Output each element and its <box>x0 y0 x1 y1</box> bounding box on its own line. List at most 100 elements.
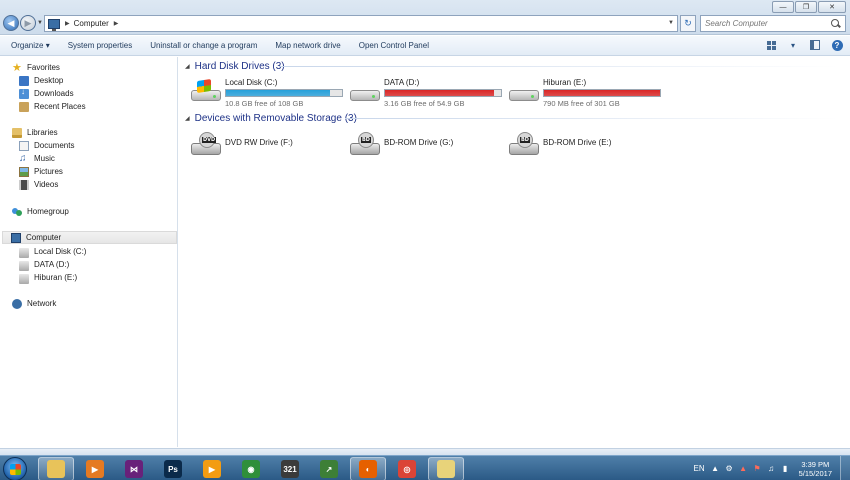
nav-recent-places-label: Recent Places <box>34 102 86 111</box>
search-box[interactable] <box>700 15 846 32</box>
collapse-triangle-icon[interactable]: ◢ <box>185 63 190 70</box>
libraries-icon <box>12 127 22 138</box>
nav-favorites-label: Favorites <box>27 63 60 72</box>
volume-icon[interactable]: ♫ <box>767 464 776 473</box>
windows-drive-icon <box>191 79 221 106</box>
show-hidden-icons-icon[interactable]: ▲ <box>711 464 720 473</box>
hard-drive-icon <box>19 248 29 258</box>
removable-storage-header: Devices with Removable Storage (3) <box>194 112 357 124</box>
open-control-panel-button[interactable]: Open Control Panel <box>350 41 438 50</box>
drive-usage-bar <box>384 89 502 97</box>
nav-favorites[interactable]: ★ Favorites <box>12 61 60 74</box>
recent-places-icon <box>19 101 29 112</box>
hard-drive-icon <box>19 261 29 271</box>
nav-music[interactable]: ♫ Music <box>19 152 55 165</box>
help-button[interactable]: ? <box>830 39 844 51</box>
network-signal-icon[interactable]: ▮ <box>781 464 790 473</box>
nav-drive-d[interactable]: DATA (D:) <box>19 258 69 271</box>
taskbar-app[interactable] <box>428 457 464 480</box>
navigation-pane: ★ Favorites Desktop Downloads Recent Plac… <box>0 57 178 447</box>
nav-documents[interactable]: Documents <box>19 139 74 152</box>
taskbar-app[interactable] <box>38 457 74 480</box>
breadcrumb-chevron-icon[interactable]: ▶ <box>114 20 119 27</box>
drive-tile-d[interactable]: DATA (D:) 3.16 GB free of 54.9 GB <box>346 78 506 114</box>
hard-drive-icon <box>19 274 29 284</box>
change-view-button[interactable] <box>764 39 778 51</box>
nav-drive-e[interactable]: Hiburan (E:) <box>19 271 77 284</box>
tray-app-icon[interactable]: ⚙ <box>725 464 734 473</box>
collapse-triangle-icon[interactable]: ◢ <box>185 115 190 122</box>
system-properties-button[interactable]: System properties <box>59 41 141 50</box>
drive-tile-e2[interactable]: BD BD-ROM Drive (E:) <box>505 130 665 166</box>
nav-drive-e-label: Hiburan (E:) <box>34 273 78 282</box>
clock[interactable]: 3:39 PM 5/15/2017 <box>799 460 832 478</box>
taskbar-app[interactable]: 321 <box>272 457 308 480</box>
action-center-flag-icon[interactable]: ⚑ <box>753 464 762 473</box>
group-divider <box>279 66 839 67</box>
recent-pages-dropdown[interactable]: ▼ <box>37 20 43 26</box>
breadcrumb-computer[interactable]: Computer <box>74 19 109 28</box>
start-button[interactable] <box>3 457 27 480</box>
media-player-icon: ▶ <box>86 460 104 478</box>
taskbar-app[interactable]: ◐ <box>350 457 386 480</box>
search-icon[interactable] <box>831 18 841 29</box>
map-network-drive-button[interactable]: Map network drive <box>266 41 349 50</box>
taskbar-app[interactable]: ▶ <box>77 457 113 480</box>
taskbar-app[interactable]: ◎ <box>389 457 425 480</box>
back-button[interactable]: ◀ <box>3 15 19 31</box>
preview-pane-button[interactable] <box>808 39 822 51</box>
hard-drive-icon <box>509 80 539 106</box>
nav-recent-places[interactable]: Recent Places <box>19 100 86 113</box>
hard-disk-drives-header: Hard Disk Drives (3) <box>194 60 285 72</box>
nav-drive-c[interactable]: Local Disk (C:) <box>19 245 86 258</box>
restore-button[interactable]: ❐ <box>795 1 817 13</box>
drive-usage-fill <box>226 90 331 96</box>
details-pane <box>0 448 850 455</box>
taskbar-app[interactable]: Ps <box>155 457 191 480</box>
hard-disk-drives-group[interactable]: ◢ Hard Disk Drives (3) <box>185 59 285 73</box>
group-divider <box>345 118 839 119</box>
view-options-dropdown-icon[interactable]: ▾ <box>786 39 800 51</box>
show-desktop-button[interactable] <box>840 456 850 480</box>
organize-label: Organize <box>11 41 44 50</box>
close-button[interactable]: ✕ <box>818 1 846 13</box>
window-controls: — ❐ ✕ <box>771 1 846 13</box>
warning-icon[interactable]: ▲ <box>739 464 748 473</box>
language-indicator[interactable]: EN <box>694 464 705 473</box>
drive-tile-c[interactable]: Local Disk (C:) 10.8 GB free of 108 GB <box>187 78 347 114</box>
minimize-button[interactable]: — <box>772 1 794 13</box>
uninstall-program-button[interactable]: Uninstall or change a program <box>141 41 266 50</box>
drive-usage-bar <box>225 89 343 97</box>
refresh-button[interactable]: ↻ <box>680 15 696 32</box>
nav-desktop[interactable]: Desktop <box>19 74 63 87</box>
nav-computer[interactable]: Computer <box>2 231 177 244</box>
drive-tile-g[interactable]: BD BD-ROM Drive (G:) <box>346 130 506 166</box>
address-dropdown-icon[interactable]: ▼ <box>668 20 674 26</box>
nav-libraries[interactable]: Libraries <box>12 126 58 139</box>
taskbar-app[interactable]: ◉ <box>233 457 269 480</box>
pictures-icon <box>19 166 29 177</box>
search-input[interactable] <box>705 19 825 28</box>
taskbar-app[interactable]: ↗ <box>311 457 347 480</box>
nav-downloads[interactable]: Downloads <box>19 87 74 100</box>
nav-pictures[interactable]: Pictures <box>19 165 63 178</box>
removable-storage-group[interactable]: ◢ Devices with Removable Storage (3) <box>185 111 357 125</box>
visual-studio-icon: ⋈ <box>125 460 143 478</box>
nav-music-label: Music <box>34 154 55 163</box>
music-icon: ♫ <box>19 152 27 164</box>
organize-button[interactable]: Organize ▾ <box>0 41 59 50</box>
forward-button[interactable]: ▶ <box>20 15 36 31</box>
breadcrumb-chevron-icon[interactable]: ▶ <box>65 20 70 27</box>
nav-drive-c-label: Local Disk (C:) <box>34 247 87 256</box>
taskbar-app[interactable]: ▶ <box>194 457 230 480</box>
nav-homegroup-label: Homegroup <box>27 207 69 216</box>
hard-drive-icon <box>350 80 380 106</box>
nav-videos[interactable]: Videos <box>19 178 58 191</box>
nav-network[interactable]: Network <box>12 297 56 310</box>
address-bar[interactable]: ▶ Computer ▶ ▼ <box>44 15 678 32</box>
drive-tile-f[interactable]: DVD DVD RW Drive (F:) <box>187 130 347 166</box>
nav-homegroup[interactable]: Homegroup <box>12 205 69 218</box>
drive-tile-e[interactable]: Hiburan (E:) 790 MB free of 301 GB <box>505 78 665 114</box>
drive-usage-fill <box>544 90 660 96</box>
taskbar-app[interactable]: ⋈ <box>116 457 152 480</box>
